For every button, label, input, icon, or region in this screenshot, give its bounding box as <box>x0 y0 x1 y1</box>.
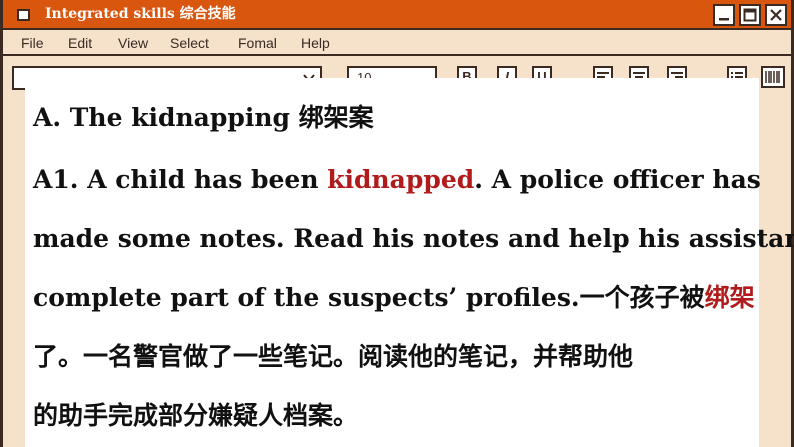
window-title: Integrated skills 综合技能 <box>45 6 236 22</box>
maximize-button[interactable] <box>739 4 761 26</box>
menu-help[interactable]: Help <box>301 34 330 52</box>
highlight-word: 绑架 <box>704 283 755 312</box>
paragraph-line-1: A1. A child has been kidnapped. A police… <box>33 164 761 196</box>
close-icon <box>770 9 782 21</box>
barcode-icon <box>765 71 780 83</box>
paragraph-line-2: made some notes. Read his notes and help… <box>33 224 794 253</box>
minimize-icon <box>719 18 729 21</box>
close-button[interactable] <box>765 4 787 26</box>
menu-format[interactable]: Fomal <box>238 34 277 52</box>
section-heading: A. The kidnapping 绑架案 <box>33 103 374 132</box>
window-icon <box>17 9 30 21</box>
menu-select[interactable]: Select <box>170 34 209 52</box>
text-run: complete part of the suspects’ profiles.… <box>33 283 705 312</box>
menu-edit[interactable]: Edit <box>68 34 92 52</box>
paragraph-line-5: 的助手完成部分嫌疑人档案。 <box>33 401 359 430</box>
paragraph-line-3: complete part of the suspects’ profiles.… <box>33 282 755 314</box>
document-content[interactable]: A. The kidnapping 绑架案 A1. A child has be… <box>25 78 794 447</box>
title-bar: Integrated skills 综合技能 <box>3 0 791 30</box>
text-run: . A police officer has <box>474 165 761 194</box>
menu-file[interactable]: File <box>21 34 44 52</box>
text-run: A1. A child has been <box>33 165 328 194</box>
maximize-icon <box>743 8 757 22</box>
paragraph-line-4: 了。一名警官做了一些笔记。阅读他的笔记，并帮助他 <box>33 342 634 371</box>
highlight-word: kidnapped <box>327 165 475 194</box>
menu-view[interactable]: View <box>118 34 148 52</box>
menu-bar: File Edit View Select Fomal Help <box>3 30 791 56</box>
minimize-button[interactable] <box>713 4 735 26</box>
app-window: Integrated skills 综合技能 File Edit View Se… <box>0 0 794 447</box>
barcode-button[interactable] <box>761 66 785 88</box>
